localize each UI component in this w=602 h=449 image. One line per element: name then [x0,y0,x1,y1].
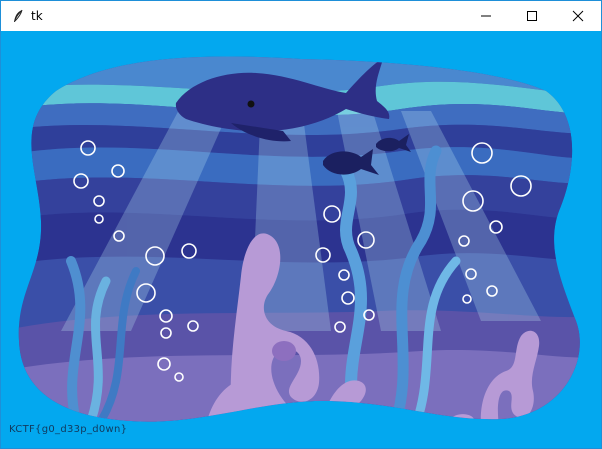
underwater-canvas [1,31,601,448]
close-button[interactable] [555,1,601,31]
maximize-button[interactable] [509,1,555,31]
flag-text: KCTF{g0_d33p_d0wn} [9,424,128,435]
maximize-icon [527,11,537,21]
ocean-scene [18,56,580,422]
minimize-icon [481,15,491,17]
window-controls [463,1,601,31]
minimize-button[interactable] [463,1,509,31]
title-bar[interactable]: tk [1,1,601,31]
close-icon [572,10,584,22]
window-title: tk [31,9,43,23]
app-window: tk KCTF{g0_d33p_d0wn} [0,0,602,449]
feather-icon [11,9,25,23]
